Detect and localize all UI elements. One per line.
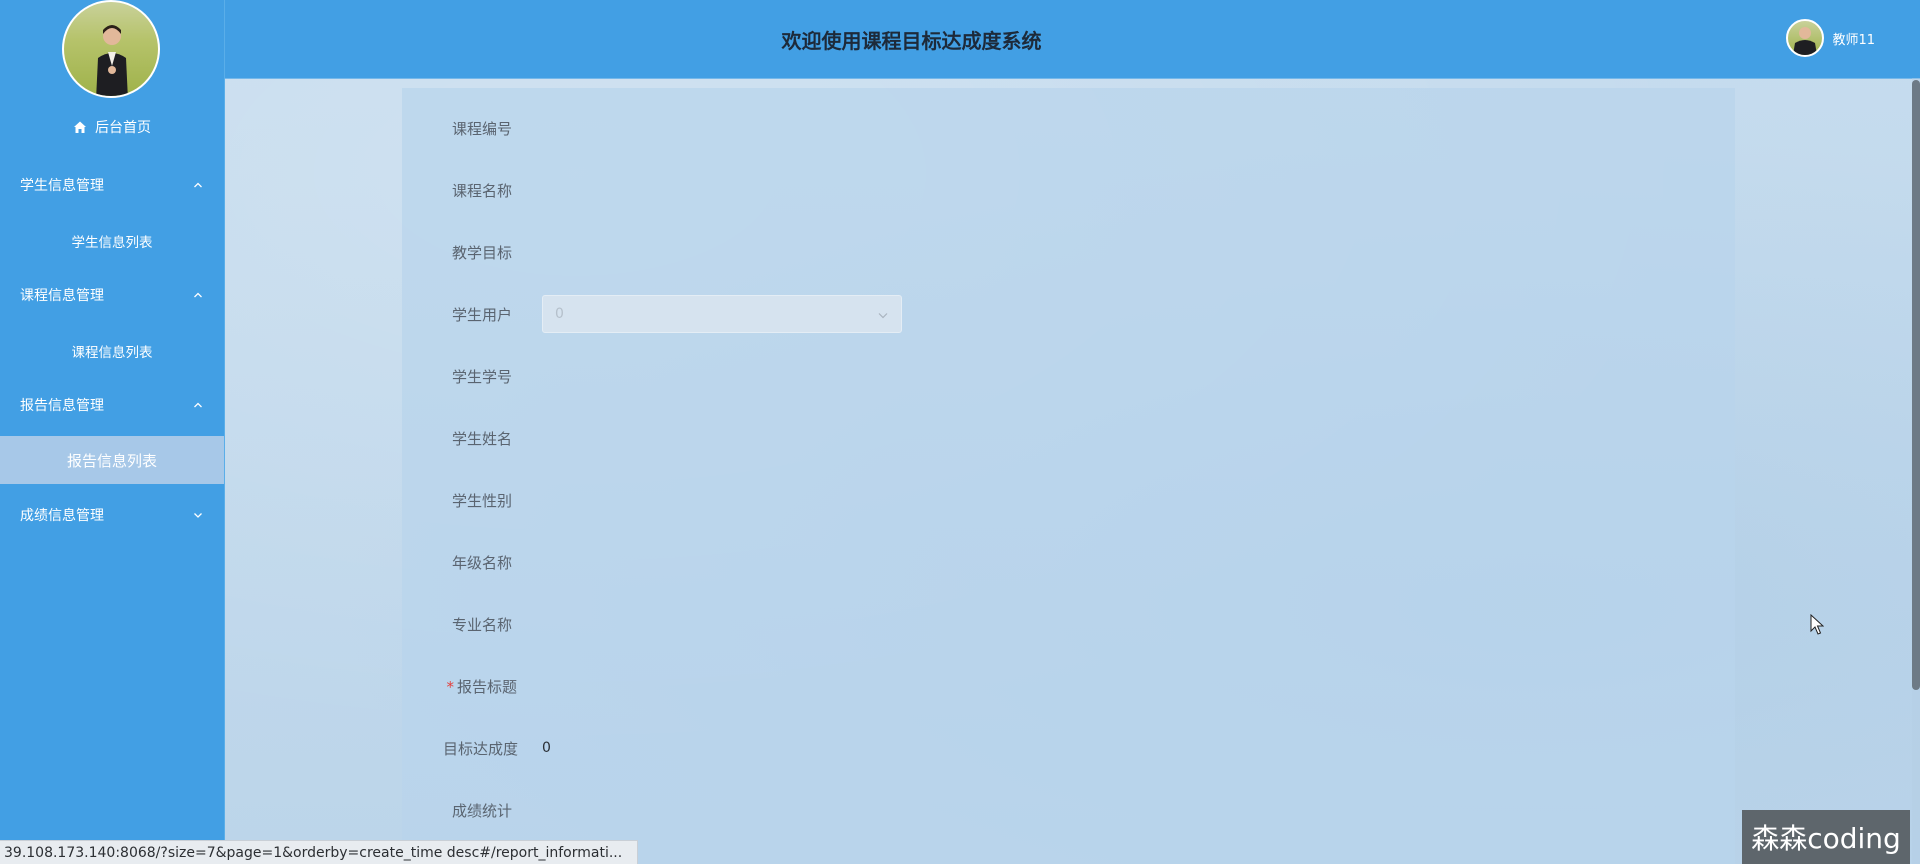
field-label-student-name: 学生姓名 xyxy=(451,430,512,448)
field-label-student-user: 学生用户 xyxy=(451,306,512,324)
field-label-grade-name: 年级名称 xyxy=(451,554,512,572)
sidebar-group-course[interactable]: 课程信息管理 xyxy=(0,276,224,314)
field-label-report-title: * 报告标题 xyxy=(405,676,517,697)
chevron-down-icon xyxy=(878,313,888,319)
avatar[interactable] xyxy=(62,0,160,98)
chevron-up-icon xyxy=(194,402,202,408)
sidebar-item-home[interactable]: 后台首页 xyxy=(0,114,224,140)
sidebar-group-label: 学生信息管理 xyxy=(20,178,104,194)
field-label-course-code: 课程编号 xyxy=(451,120,512,138)
sidebar-item-report-list[interactable]: 报告信息列表 xyxy=(0,436,224,484)
mouse-cursor-icon xyxy=(1810,614,1824,635)
field-label-teaching-goal: 教学目标 xyxy=(451,244,512,262)
sidebar-group-label: 报告信息管理 xyxy=(20,398,104,414)
field-label-goal-achievement: 目标达成度 xyxy=(442,740,518,758)
field-label-student-gender: 学生性别 xyxy=(451,492,512,510)
sidebar-item-label: 课程信息列表 xyxy=(71,345,153,361)
scrollbar-thumb[interactable] xyxy=(1912,80,1920,690)
user-name: 教师11 xyxy=(1832,32,1875,48)
watermark: 森森coding xyxy=(1742,810,1910,864)
sidebar-item-label: 报告信息列表 xyxy=(66,451,157,470)
sidebar-item-student-list[interactable]: 学生信息列表 xyxy=(0,217,224,265)
student-user-select[interactable]: 0 xyxy=(542,295,902,333)
goal-achievement-value: 0 xyxy=(542,740,551,756)
field-label-grade-statistics: 成绩统计 xyxy=(451,802,512,820)
status-bar-url: 39.108.173.140:8068/?size=7&page=1&order… xyxy=(0,840,638,864)
sidebar-group-grades[interactable]: 成绩信息管理 xyxy=(0,496,224,534)
user-avatar xyxy=(1786,19,1825,57)
top-header: 欢迎使用课程目标达成度系统 教师11 xyxy=(225,0,1920,79)
field-label-text: 报告标题 xyxy=(456,678,517,696)
sidebar: 后台首页 学生信息管理 学生信息列表 课程信息管理 课程信息列表 报告信息管理 … xyxy=(0,0,225,864)
user-avatar-icon xyxy=(1793,27,1818,55)
field-label-student-number: 学生学号 xyxy=(451,368,512,386)
chevron-up-icon xyxy=(194,292,202,298)
chevron-down-icon xyxy=(194,513,202,518)
sidebar-item-home-label: 后台首页 xyxy=(95,120,151,136)
user-menu[interactable]: 教师11 xyxy=(1786,18,1875,58)
sidebar-group-label: 课程信息管理 xyxy=(20,288,104,304)
sidebar-group-student[interactable]: 学生信息管理 xyxy=(0,166,224,204)
home-icon xyxy=(74,121,86,133)
chevron-up-icon xyxy=(194,182,202,188)
field-label-major-name: 专业名称 xyxy=(451,616,512,634)
student-user-select-value: 0 xyxy=(555,306,564,322)
sidebar-item-label: 学生信息列表 xyxy=(71,235,153,251)
field-label-course-name: 课程名称 xyxy=(451,182,512,200)
required-mark: * xyxy=(446,678,454,696)
sidebar-group-label: 成绩信息管理 xyxy=(20,508,104,524)
report-form-panel xyxy=(402,88,1735,864)
page-title: 欢迎使用课程目标达成度系统 xyxy=(781,28,1042,53)
sidebar-item-course-list[interactable]: 课程信息列表 xyxy=(0,327,224,375)
sidebar-group-report[interactable]: 报告信息管理 xyxy=(0,386,224,424)
avatar-person-icon xyxy=(96,25,128,96)
